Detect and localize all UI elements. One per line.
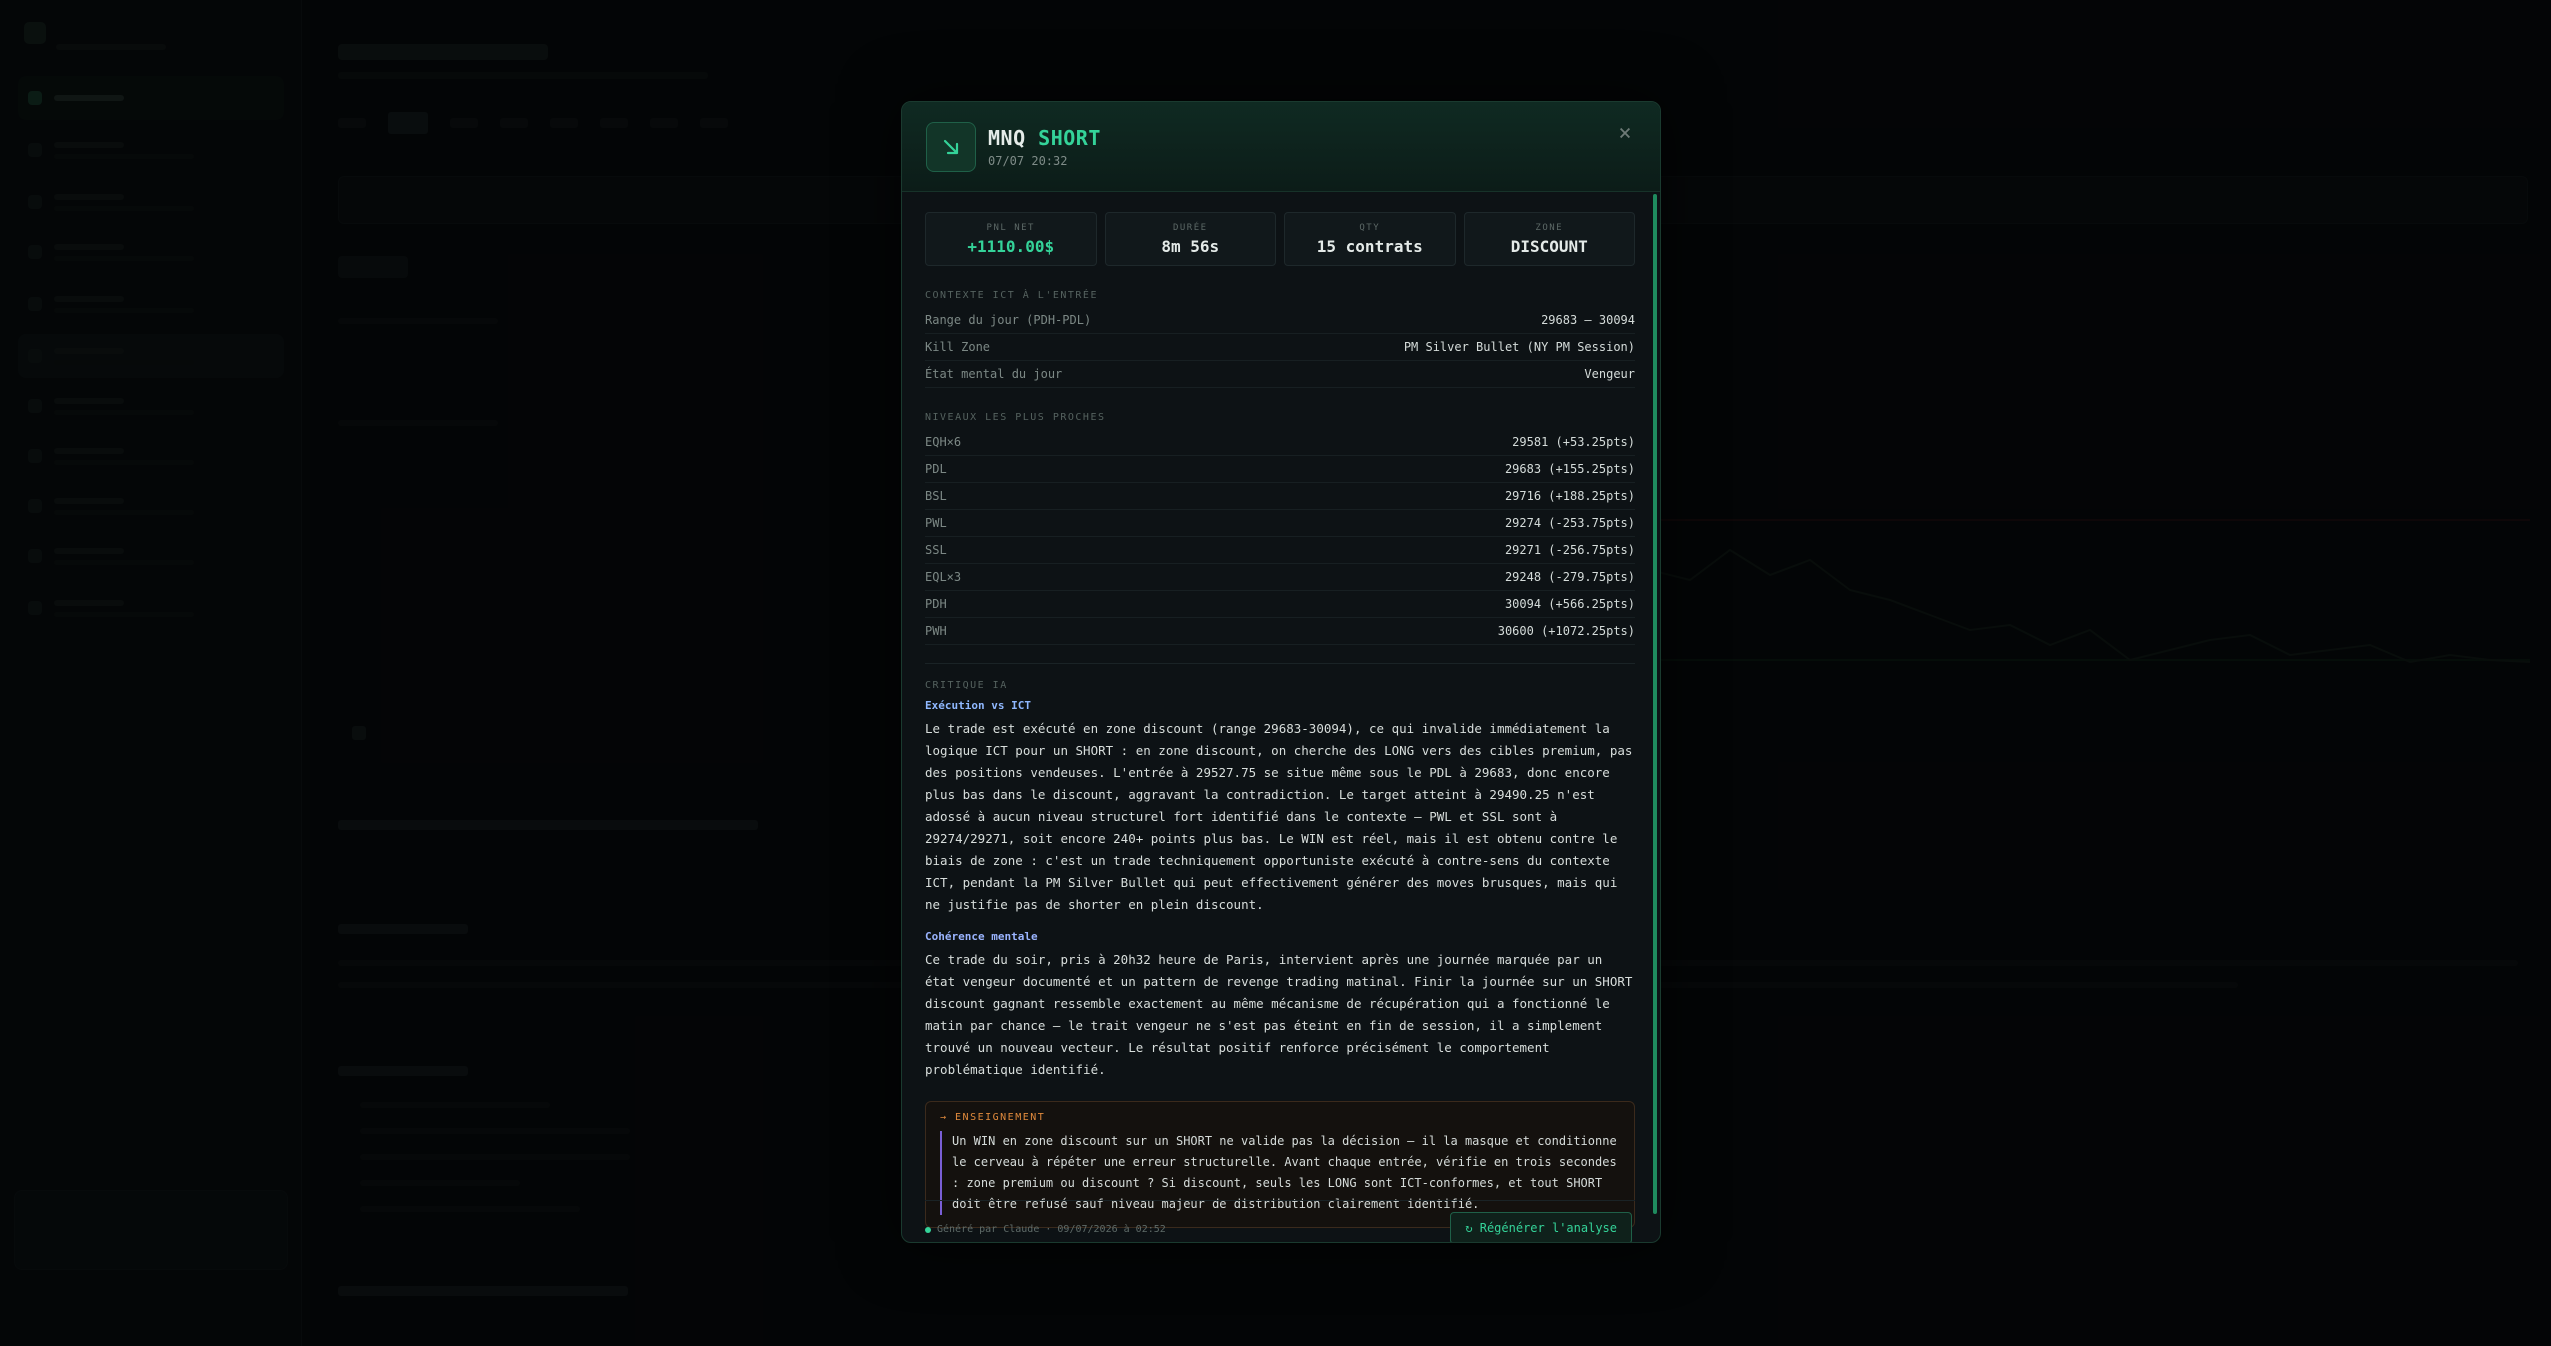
stat-value: 15 contrats xyxy=(1316,236,1423,256)
level-row: SSL 29271 (-256.75pts) xyxy=(925,537,1635,564)
status-dot-icon xyxy=(925,1226,931,1233)
context-key: État mental du jour xyxy=(925,367,1063,381)
close-button[interactable]: × xyxy=(1612,120,1638,146)
level-value: 29683 (+155.25pts) xyxy=(1504,462,1635,476)
context-section-title: CONTEXTE ICT À L'ENTRÉE xyxy=(925,290,1098,301)
stat-value: DISCOUNT xyxy=(1510,236,1588,256)
level-value: 30094 (+566.25pts) xyxy=(1504,597,1635,611)
level-row: BSL 29716 (+188.25pts) xyxy=(925,483,1635,510)
level-value: 29716 (+188.25pts) xyxy=(1504,489,1635,503)
stat-duration: DURÉE 8m 56s xyxy=(1104,212,1276,266)
context-row: Range du jour (PDH-PDL) 29683 – 30094 xyxy=(925,307,1635,334)
level-key: PWH xyxy=(925,624,947,638)
level-key: SSL xyxy=(925,543,947,557)
trade-analysis-modal: MNQ SHORT 07/07 20:32 × PNL NET +1110.00… xyxy=(901,101,1661,1243)
trade-title: MNQ SHORT xyxy=(988,126,1101,150)
stats-row: PNL NET +1110.00$ DURÉE 8m 56s QTY 15 co… xyxy=(925,212,1635,266)
context-value: PM Silver Bullet (NY PM Session) xyxy=(1403,340,1635,354)
level-row: EQL×3 29248 (-279.75pts) xyxy=(925,564,1635,591)
stat-label: QTY xyxy=(1359,222,1381,233)
context-key: Range du jour (PDH-PDL) xyxy=(925,313,1092,327)
level-key: PWL xyxy=(925,516,947,530)
lesson-box: → ENSEIGNEMENT Un WIN en zone discount s… xyxy=(925,1101,1635,1228)
lesson-text: Un WIN en zone discount sur un SHORT ne … xyxy=(940,1131,1620,1215)
stat-qty: QTY 15 contrats xyxy=(1284,212,1456,266)
footer-divider xyxy=(925,1200,1635,1201)
level-value: 30600 (+1072.25pts) xyxy=(1497,624,1635,638)
stat-zone: ZONE DISCOUNT xyxy=(1463,212,1635,266)
level-row: PDL 29683 (+155.25pts) xyxy=(925,456,1635,483)
level-row: PDH 30094 (+566.25pts) xyxy=(925,591,1635,618)
level-row: EQH×6 29581 (+53.25pts) xyxy=(925,429,1635,456)
execution-heading: Exécution vs ICT xyxy=(925,699,1031,712)
trade-direction: SHORT xyxy=(1038,126,1101,150)
generated-note: Généré par Claude · 09/07/2026 à 02:52 xyxy=(925,1224,1166,1235)
critique-section-title: CRITIQUE IA xyxy=(925,680,1008,691)
context-key: Kill Zone xyxy=(925,340,991,354)
level-row: PWH 30600 (+1072.25pts) xyxy=(925,618,1635,645)
mental-paragraph: Ce trade du soir, pris à 20h32 heure de … xyxy=(925,952,1633,1077)
level-value: 29248 (-279.75pts) xyxy=(1504,570,1635,584)
level-row: PWL 29274 (-253.75pts) xyxy=(925,510,1635,537)
section-divider xyxy=(925,663,1635,664)
stat-label: ZONE xyxy=(1535,222,1564,233)
stat-label: PNL NET xyxy=(986,222,1035,233)
execution-paragraph: Le trade est exécuté en zone discount (r… xyxy=(925,721,1633,912)
modal-scrollbar[interactable] xyxy=(1653,194,1657,1214)
stat-value: 8m 56s xyxy=(1161,236,1220,256)
level-key: EQH×6 xyxy=(925,435,962,449)
arrow-down-right-icon xyxy=(926,122,976,172)
mental-heading: Cohérence mentale xyxy=(925,930,1038,943)
level-key: PDL xyxy=(925,462,947,476)
level-value: 29271 (-256.75pts) xyxy=(1504,543,1635,557)
stat-pnl: PNL NET +1110.00$ xyxy=(925,212,1097,266)
level-key: EQL×3 xyxy=(925,570,962,584)
level-key: PDH xyxy=(925,597,947,611)
generated-text: Généré par Claude · 09/07/2026 à 02:52 xyxy=(937,1224,1166,1235)
level-value: 29581 (+53.25pts) xyxy=(1512,435,1635,449)
modal-header: MNQ SHORT 07/07 20:32 × xyxy=(902,102,1660,192)
level-value: 29274 (-253.75pts) xyxy=(1504,516,1635,530)
context-row: Kill Zone PM Silver Bullet (NY PM Sessio… xyxy=(925,334,1635,361)
trade-datetime: 07/07 20:32 xyxy=(988,154,1068,168)
close-icon: × xyxy=(1618,120,1632,146)
levels-section-title: NIVEAUX LES PLUS PROCHES xyxy=(925,412,1106,423)
context-row: État mental du jour Vengeur xyxy=(925,361,1635,388)
context-value: 29683 – 30094 xyxy=(1541,313,1635,327)
regenerate-analysis-button[interactable]: ↻ Régénérer l'analyse xyxy=(1450,1212,1632,1242)
modal-body: PNL NET +1110.00$ DURÉE 8m 56s QTY 15 co… xyxy=(925,212,1635,1228)
level-key: BSL xyxy=(925,489,947,503)
context-value: Vengeur xyxy=(1584,367,1635,381)
stat-value: +1110.00$ xyxy=(967,236,1055,256)
trade-symbol: MNQ xyxy=(988,126,1026,150)
stat-label: DURÉE xyxy=(1172,222,1208,233)
lesson-label: → ENSEIGNEMENT xyxy=(940,1112,1046,1123)
